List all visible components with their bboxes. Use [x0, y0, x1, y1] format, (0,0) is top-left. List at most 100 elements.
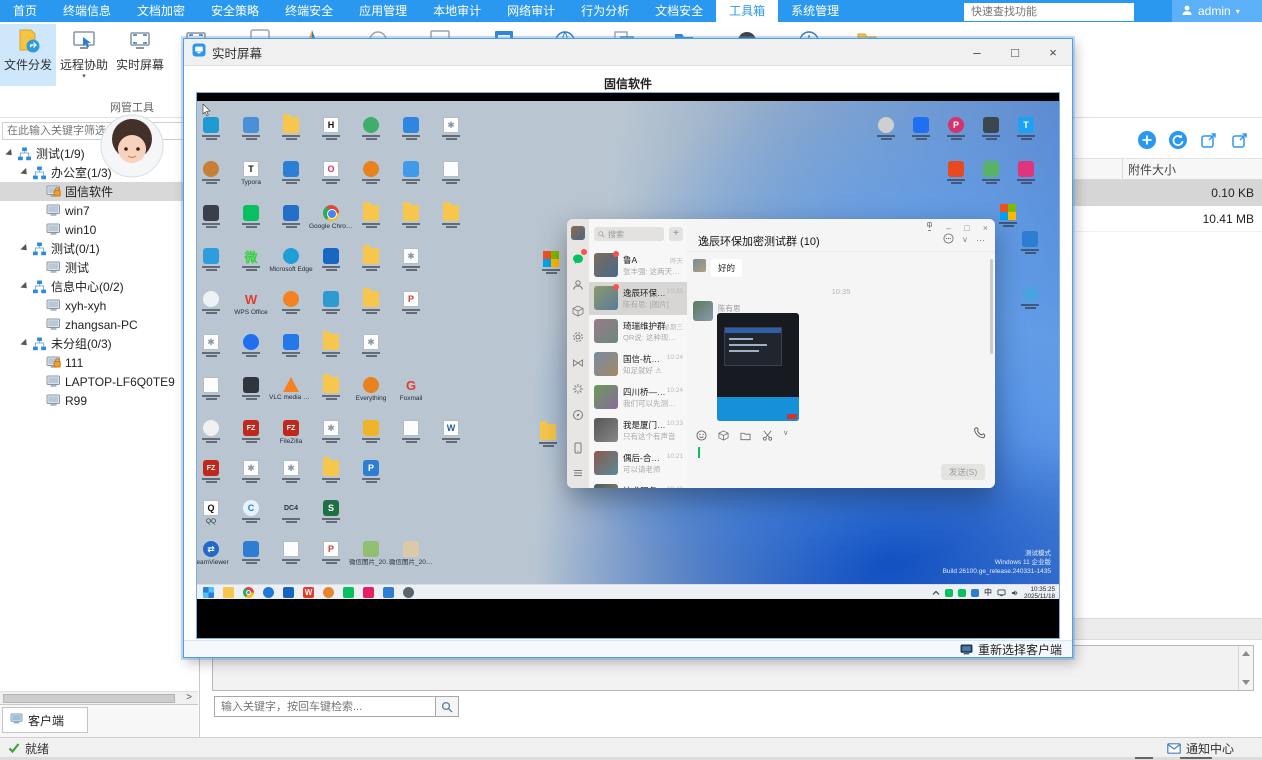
- desktop-icon[interactable]: ✱: [389, 248, 433, 271]
- notification-center-button[interactable]: 通知中心: [1167, 738, 1234, 758]
- taskbar-square-icon[interactable]: [283, 587, 294, 598]
- maximize-button[interactable]: □: [996, 39, 1034, 66]
- announcement-icon[interactable]: [943, 233, 954, 246]
- conversation-item[interactable]: 技术服务-小王09:49[图片]: [589, 480, 687, 488]
- desktop-icon[interactable]: [269, 161, 313, 184]
- wechat-avatar[interactable]: [571, 226, 585, 240]
- desktop-icon[interactable]: [309, 248, 353, 271]
- menu-item[interactable]: 首页: [0, 0, 50, 22]
- user-menu[interactable]: admin ▾: [1172, 0, 1262, 22]
- desktop-icon[interactable]: [389, 161, 433, 184]
- desktop-icon[interactable]: [309, 334, 353, 357]
- desktop-icon[interactable]: 微: [229, 248, 273, 271]
- close-button[interactable]: ×: [1034, 39, 1072, 66]
- desktop-icon[interactable]: ✱: [229, 460, 273, 483]
- tool-远程协助[interactable]: 远程协助▾: [56, 24, 112, 86]
- message-image[interactable]: [717, 313, 799, 421]
- desktop-icon[interactable]: [197, 291, 233, 314]
- desktop-icon[interactable]: [229, 377, 273, 400]
- wechat-chat-icon[interactable]: [572, 252, 584, 264]
- taskbar-circle-icon[interactable]: [323, 587, 334, 598]
- tree-node-办公室(1/3)[interactable]: 办公室(1/3): [0, 163, 198, 182]
- desktop-icon[interactable]: [197, 161, 233, 184]
- search-button[interactable]: [436, 696, 459, 717]
- column-attachment-size[interactable]: 附件大小: [1128, 159, 1176, 181]
- desktop-icon[interactable]: ✱: [309, 420, 353, 443]
- desktop-icon[interactable]: 微信图片_20251106…: [389, 541, 433, 566]
- desktop-icon[interactable]: [269, 334, 313, 357]
- desktop-icon[interactable]: Google Chrome: [309, 205, 353, 230]
- desktop-icon[interactable]: [349, 291, 393, 314]
- remote-screen[interactable]: 测试模式 Windows 11 企业版 Build 26100.ge_relea…: [196, 92, 1060, 639]
- desktop-icon[interactable]: TTypora: [229, 161, 273, 186]
- tree-node-测试[interactable]: 测试: [0, 258, 198, 277]
- add-chat-button[interactable]: +: [669, 227, 683, 241]
- desktop-icon[interactable]: FZ: [229, 420, 273, 443]
- tray-icon[interactable]: [971, 589, 979, 597]
- conversation-item[interactable]: 国信-杭州昆泰...10:24知足就好 ⚠: [589, 348, 687, 381]
- remote-desktop[interactable]: 测试模式 Windows 11 企业版 Build 26100.ge_relea…: [197, 101, 1059, 584]
- wechat-channels-icon[interactable]: [572, 356, 584, 368]
- desktop-icon[interactable]: H: [309, 117, 353, 140]
- desktop-icon[interactable]: [349, 117, 393, 140]
- menu-item[interactable]: 安全策略: [198, 0, 272, 22]
- desktop-icon[interactable]: [389, 205, 433, 228]
- folder-icon[interactable]: [740, 428, 751, 439]
- desktop-icon[interactable]: QQQ: [197, 500, 233, 525]
- menu-item[interactable]: 文档安全: [642, 0, 716, 22]
- desktop-icon[interactable]: ✱: [197, 334, 233, 357]
- desktop-icon[interactable]: ⇄TeamViewer: [197, 541, 233, 566]
- desktop-icon[interactable]: [349, 161, 393, 184]
- reselect-client-button[interactable]: 重新选择客户端: [960, 641, 1062, 658]
- tool-文件分发[interactable]: 文件分发: [0, 24, 56, 86]
- wechat-settings-icon[interactable]: [572, 330, 584, 342]
- tab-clients[interactable]: 客户端: [2, 707, 88, 733]
- desktop-icon[interactable]: [309, 291, 353, 314]
- tree-node-测试(0/1)[interactable]: 测试(0/1): [0, 239, 198, 258]
- more-icon[interactable]: ···: [976, 235, 985, 245]
- taskbar-square-icon[interactable]: [383, 587, 394, 598]
- tree-node-固信软件[interactable]: 固信软件: [0, 182, 198, 201]
- desktop-icon[interactable]: [1008, 231, 1052, 254]
- desktop-icon[interactable]: [309, 377, 353, 400]
- desktop-icon[interactable]: [229, 541, 273, 564]
- emoji-icon[interactable]: [696, 428, 707, 439]
- desktop-icon[interactable]: [229, 117, 273, 140]
- expand-arrow-icon[interactable]: [20, 339, 29, 348]
- scroll-right-arrow[interactable]: >: [182, 692, 196, 704]
- menu-item[interactable]: 终端安全: [272, 0, 346, 22]
- wechat-minimize[interactable]: –: [946, 223, 951, 233]
- tray-icon[interactable]: [958, 589, 966, 597]
- scroll-down-arrow[interactable]: [1242, 680, 1250, 685]
- desktop-icon[interactable]: C: [229, 500, 273, 523]
- desktop-icon[interactable]: VLC media player: [269, 377, 313, 401]
- conversation-item[interactable]: 鲁A昨天张丰强: 这两天都可以: [589, 249, 687, 282]
- tree-node-xyh-xyh[interactable]: xyh-xyh: [0, 296, 198, 315]
- wechat-maximize[interactable]: □: [964, 223, 969, 233]
- tree-node-LAPTOP-LF6Q0TE9[interactable]: LAPTOP-LF6Q0TE9: [0, 372, 198, 391]
- tree-hscrollbar[interactable]: >: [0, 691, 198, 704]
- assistant-avatar[interactable]: [100, 114, 164, 178]
- wechat-mini-programs-icon[interactable]: [572, 382, 584, 394]
- expand-arrow-icon[interactable]: [20, 244, 29, 253]
- desktop-icon[interactable]: Microsoft Edge: [269, 248, 313, 273]
- menu-item[interactable]: 文档加密: [124, 0, 198, 22]
- desktop-icon[interactable]: ✱: [349, 334, 393, 357]
- desktop-icon[interactable]: [197, 377, 233, 400]
- wechat-contacts-icon[interactable]: [572, 278, 584, 290]
- chat-scrollbar[interactable]: [990, 259, 993, 354]
- minimize-button[interactable]: –: [958, 39, 996, 66]
- tree-node-win10[interactable]: win10: [0, 220, 198, 239]
- message-input[interactable]: [696, 444, 986, 462]
- panel-scrollbar[interactable]: [1238, 646, 1253, 690]
- desktop-icon[interactable]: [526, 424, 570, 447]
- export-all-button[interactable]: [1230, 130, 1250, 150]
- scroll-up-arrow[interactable]: [1242, 651, 1250, 656]
- tree-node-未分组(0/3)[interactable]: 未分组(0/3): [0, 334, 198, 353]
- desktop-icon[interactable]: [389, 420, 433, 443]
- wechat-more-icon[interactable]: [572, 466, 584, 478]
- expand-arrow-icon[interactable]: [5, 149, 14, 158]
- conversation-item[interactable]: 我是厦门驻点...10:23只有这个有声音: [589, 414, 687, 447]
- desktop-icon[interactable]: GFoxmail: [389, 377, 433, 402]
- refresh-button[interactable]: [1168, 130, 1188, 150]
